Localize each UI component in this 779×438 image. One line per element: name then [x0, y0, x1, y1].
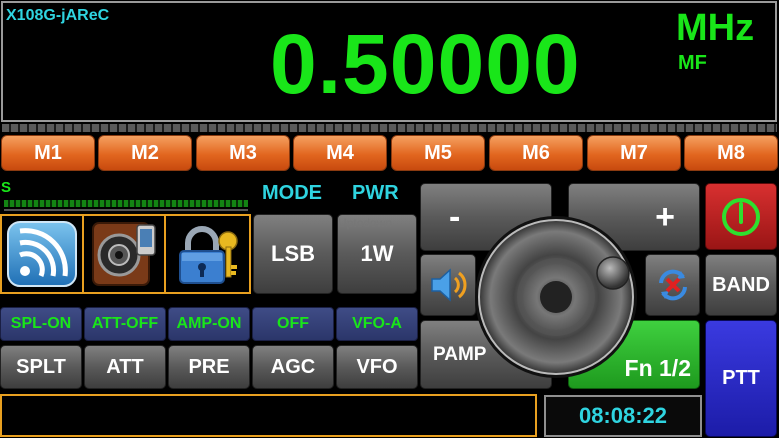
wifi-button[interactable]	[2, 216, 84, 292]
att-button[interactable]: ATT	[84, 345, 166, 389]
lock-button[interactable]	[166, 216, 248, 292]
frequency-unit: MHz	[676, 7, 755, 49]
status-agc: OFF	[252, 307, 334, 341]
lock-key-icon	[179, 226, 238, 284]
status-amp: AMP-ON	[168, 307, 250, 341]
status-split: SPL-ON	[0, 307, 82, 341]
memory-button-m4[interactable]: M4	[293, 135, 387, 171]
split-button[interactable]: SPLT	[0, 345, 82, 389]
audio-device-button[interactable]	[84, 216, 166, 292]
memory-button-m6[interactable]: M6	[489, 135, 583, 171]
memory-button-m8[interactable]: M8	[684, 135, 778, 171]
memory-button-m7[interactable]: M7	[587, 135, 681, 171]
memory-button-m2[interactable]: M2	[98, 135, 192, 171]
memory-button-m3[interactable]: M3	[196, 135, 290, 171]
power-header: PWR	[352, 182, 399, 204]
status-att: ATT-OFF	[84, 307, 166, 341]
wifi-icon	[7, 221, 77, 287]
speaker-phone-icon	[92, 222, 156, 286]
s-meter-label: S	[1, 179, 12, 196]
agc-button[interactable]: AGC	[252, 345, 334, 389]
clock: 08:08:22	[544, 395, 702, 437]
spectrum-bar	[2, 124, 777, 132]
frequency-readout[interactable]: 0.50000	[270, 14, 610, 114]
status-vfo: VFO-A	[336, 307, 418, 341]
s-meter-line	[4, 209, 248, 211]
volume-icon	[431, 268, 467, 302]
sync-error-icon	[658, 269, 687, 301]
sync-button[interactable]	[645, 254, 700, 316]
vfo-button[interactable]: VFO	[336, 345, 418, 389]
tuning-knob-icon	[475, 216, 637, 378]
tuning-knob[interactable]	[473, 214, 639, 380]
ptt-button[interactable]: PTT	[705, 320, 777, 437]
radio-model: X108G-jAReC	[6, 7, 110, 24]
message-box	[0, 394, 537, 437]
power-toggle-button[interactable]	[705, 183, 777, 250]
mode-button[interactable]: LSB	[253, 214, 333, 294]
band-label: MF	[678, 52, 707, 74]
pre-button[interactable]: PRE	[168, 345, 250, 389]
mode-header: MODE	[262, 182, 322, 204]
memory-button-m1[interactable]: M1	[1, 135, 95, 171]
memory-button-m5[interactable]: M5	[391, 135, 485, 171]
power-icon	[722, 197, 760, 236]
watermark: Uptodown	[338, 216, 393, 230]
band-button[interactable]: BAND	[705, 254, 777, 316]
s-meter-bar	[4, 200, 248, 207]
volume-button[interactable]	[420, 254, 476, 316]
